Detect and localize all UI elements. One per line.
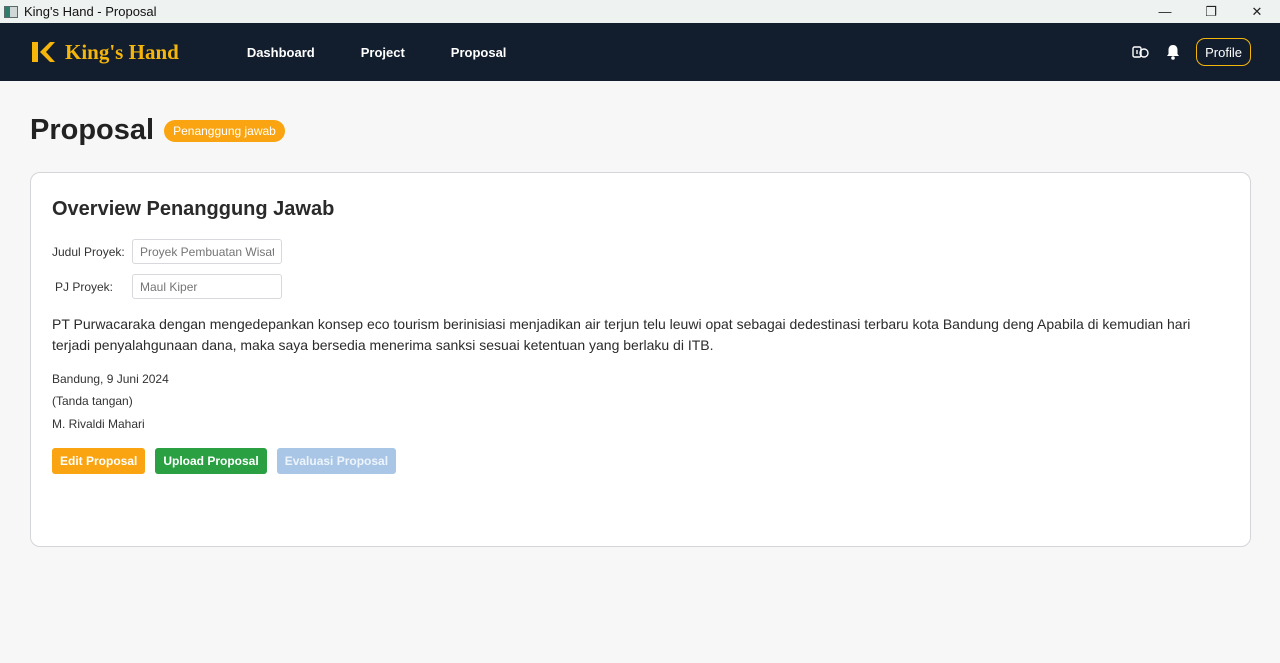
nav-link-project[interactable]: Project <box>361 45 405 60</box>
page-header: Proposal Penanggung jawab <box>30 114 285 147</box>
nav-link-dashboard[interactable]: Dashboard <box>247 45 315 60</box>
nav-links: Dashboard Project Proposal <box>247 45 553 60</box>
app-icon <box>4 5 18 18</box>
date-place: Bandung, 9 Juni 2024 <box>52 372 169 386</box>
brand-name: King's Hand <box>65 39 179 64</box>
judul-proyek-input[interactable] <box>132 239 282 264</box>
kings-hand-logo-icon <box>30 40 56 64</box>
edit-proposal-button[interactable]: Edit Proposal <box>52 448 146 474</box>
signer-name: M. Rivaldi Mahari <box>52 417 145 431</box>
restore-button[interactable]: ❐ <box>1188 0 1234 23</box>
page-title: Proposal <box>30 114 155 146</box>
profile-button[interactable]: Profile <box>1196 38 1251 66</box>
window-title: King's Hand - Proposal <box>24 4 157 19</box>
judul-proyek-row: Judul Proyek: <box>52 239 282 264</box>
brand[interactable]: King's Hand <box>30 40 179 65</box>
window-titlebar: King's Hand - Proposal — ❐ ✕ <box>0 0 1280 23</box>
action-buttons: Edit Proposal Upload Proposal Evaluasi P… <box>52 448 406 474</box>
pj-proyek-row: PJ Proyek: <box>52 274 282 299</box>
theme-toggle-icon[interactable] <box>1132 43 1150 61</box>
statement-text: PT Purwacaraka dengan mengedepankan kons… <box>52 316 1191 353</box>
top-navbar: King's Hand Dashboard Project Proposal P… <box>0 23 1280 81</box>
nav-link-proposal[interactable]: Proposal <box>451 45 507 60</box>
close-button[interactable]: ✕ <box>1234 0 1280 23</box>
evaluate-proposal-button[interactable]: Evaluasi Proposal <box>276 448 397 474</box>
judul-proyek-label: Judul Proyek: <box>52 244 125 259</box>
upload-proposal-button[interactable]: Upload Proposal <box>155 448 267 474</box>
signature-note: (Tanda tangan) <box>52 394 133 408</box>
nav-actions: Profile <box>1132 23 1251 81</box>
pj-proyek-input[interactable] <box>132 274 282 299</box>
bell-icon[interactable] <box>1164 43 1182 61</box>
pj-proyek-label: PJ Proyek: <box>55 279 114 294</box>
role-badge: Penanggung jawab <box>164 119 285 142</box>
card-title: Overview Penanggung Jawab <box>52 198 335 220</box>
window-controls: — ❐ ✕ <box>1142 0 1280 23</box>
overview-card: Overview Penanggung Jawab Judul Proyek: … <box>30 172 1251 547</box>
minimize-button[interactable]: — <box>1142 0 1188 23</box>
